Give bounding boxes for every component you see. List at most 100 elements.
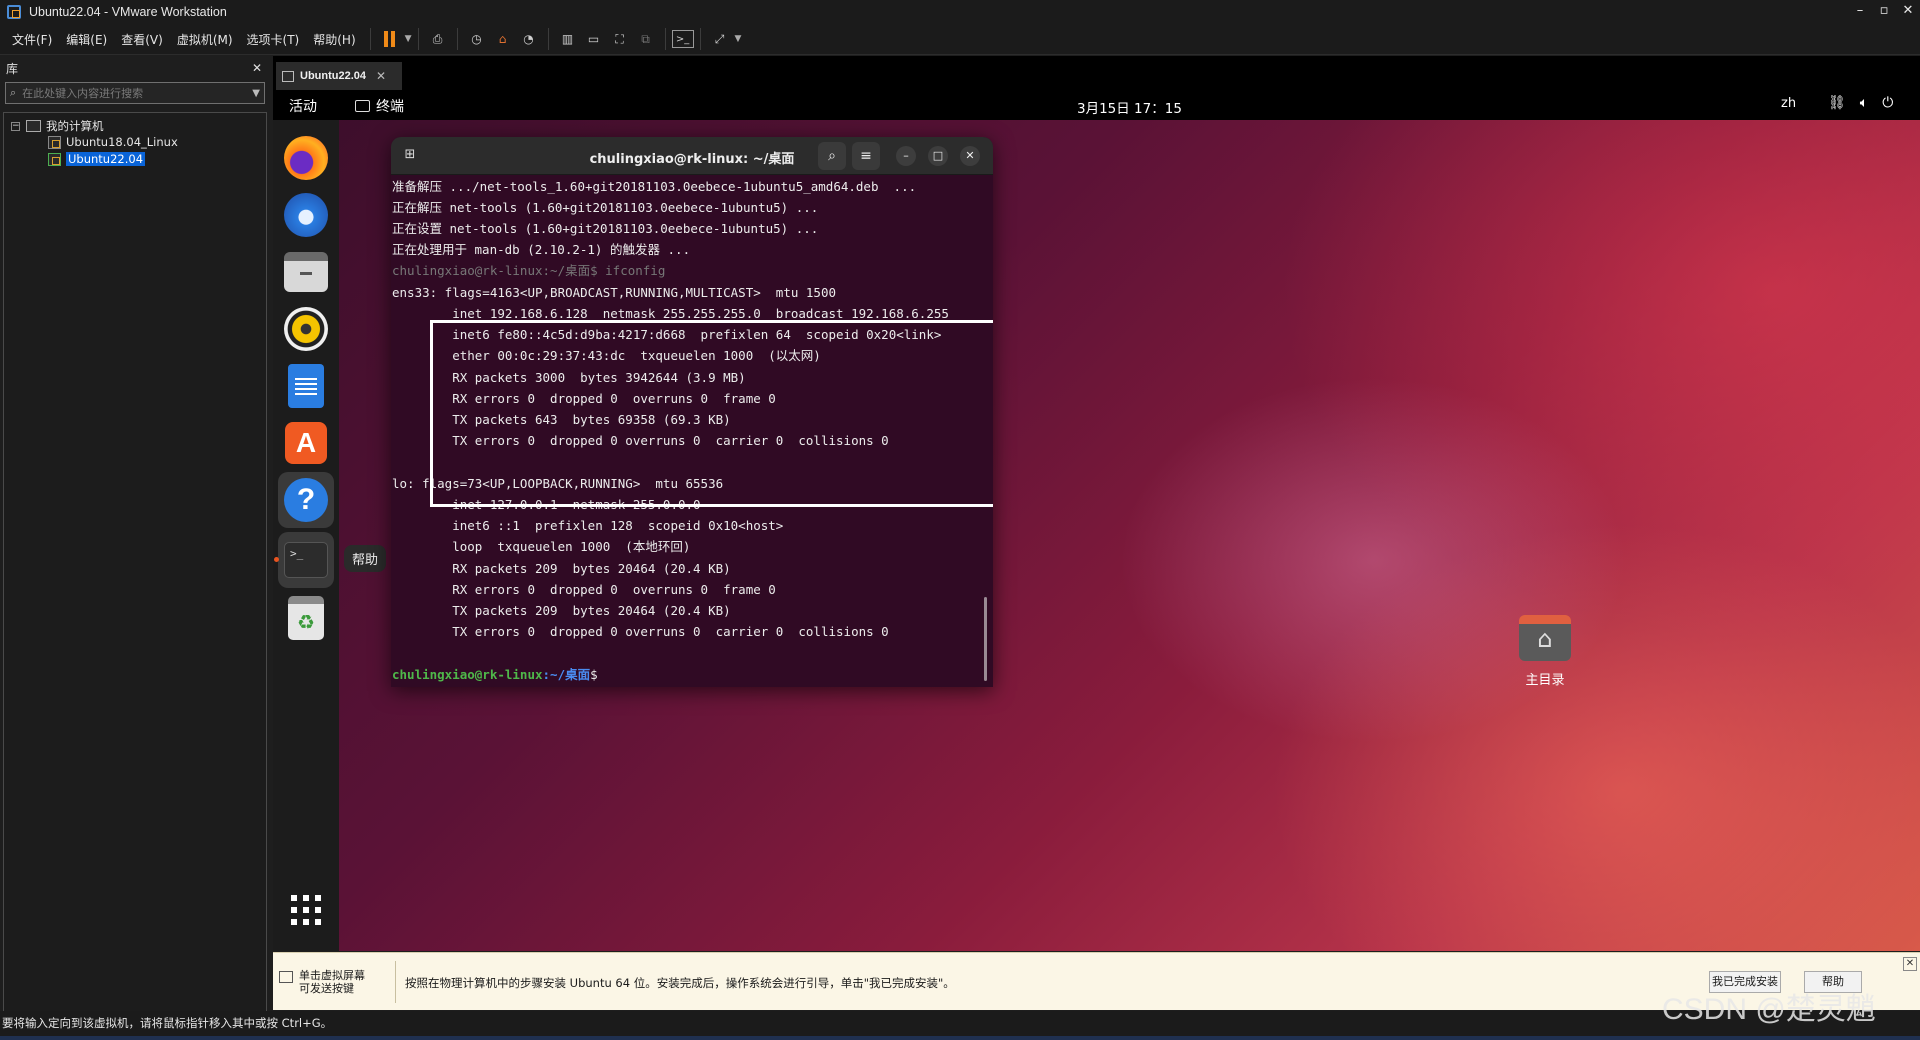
vmware-title-bar: Ubuntu22.04 - VMware Workstation – ▫ ✕ — [0, 0, 1920, 24]
library-search-input[interactable]: ⌕ 在此处键入内容进行搜索 ▼ — [5, 82, 265, 104]
search-icon: ⌕ — [10, 86, 17, 99]
dock-software[interactable]: A — [278, 415, 334, 471]
vm-tab-bar: Ubuntu22.04 ✕ — [273, 56, 1920, 90]
stretch-dropdown-icon[interactable]: ▼ — [735, 34, 742, 44]
toolbar-separator — [547, 28, 549, 50]
pause-icon[interactable] — [377, 27, 403, 51]
activities-button[interactable]: 活动 — [289, 96, 317, 116]
terminal-prompt[interactable]: chulingxiao@rk-linux:~/桌面$ — [392, 664, 598, 685]
hint-close-icon[interactable]: ✕ — [1903, 957, 1917, 971]
terminal-mini-icon — [355, 100, 370, 112]
fullscreen-icon[interactable]: ⛶ — [607, 27, 633, 51]
keyboard-icon — [279, 971, 293, 983]
home-folder-icon — [1519, 615, 1571, 661]
terminal-line: loop txqueuelen 1000 (本地环回) — [392, 539, 691, 554]
dock-help[interactable]: ? — [278, 472, 334, 528]
click-to-send-keys-hint[interactable]: 单击虚拟屏幕 可发送按键 — [279, 969, 381, 995]
terminal-line: inet6 ::1 prefixlen 128 scopeid 0x10<hos… — [392, 518, 784, 533]
menu-vm[interactable]: 虚拟机(M) — [171, 31, 241, 48]
highlight-annotation-box — [430, 320, 993, 507]
toolbar-separator — [417, 28, 419, 50]
maximize-icon[interactable]: ▫ — [1872, 0, 1896, 24]
thumbnail-bar-icon[interactable]: ▭ — [581, 27, 607, 51]
terminal-line: TX packets 209 bytes 20464 (20.4 KB) — [392, 603, 731, 618]
toolbar-separator — [664, 28, 666, 50]
snapshot-manager-icon[interactable]: ◔ — [516, 27, 542, 51]
rhythmbox-icon — [284, 307, 328, 351]
clock[interactable]: 3月15日 17：15 — [1077, 97, 1182, 117]
tab-close-icon[interactable]: ✕ — [376, 69, 386, 83]
terminal-line: ens33: flags=4163<UP,BROADCAST,RUNNING,M… — [392, 285, 837, 300]
tab-ubuntu2204[interactable]: Ubuntu22.04 ✕ — [276, 62, 402, 90]
vm-tab-icon — [282, 70, 294, 82]
volume-icon: 🔈︎ — [1859, 95, 1869, 111]
software-center-icon: A — [285, 422, 327, 464]
power-icon: ⏻ — [1882, 95, 1894, 111]
revert-snapshot-icon[interactable]: ⌂ — [490, 27, 516, 51]
help-icon: ? — [284, 478, 328, 522]
menu-view[interactable]: 查看(V) — [115, 31, 171, 48]
terminal-line: 准备解压 .../net-tools_1.60+git20181103.0eeb… — [392, 179, 917, 194]
dock-terminal[interactable]: >_ — [278, 532, 334, 588]
terminal-line: RX packets 209 bytes 20464 (20.4 KB) — [392, 561, 731, 576]
app-menu[interactable]: 终端 — [355, 96, 404, 116]
tree-label: 我的计算机 — [46, 119, 104, 133]
libreoffice-writer-icon — [288, 364, 324, 408]
dock-rhythmbox[interactable] — [278, 301, 334, 357]
terminal-icon: >_ — [284, 542, 328, 578]
window-title: Ubuntu22.04 - VMware Workstation — [29, 5, 227, 19]
menu-file[interactable]: 文件(F) — [6, 31, 60, 48]
hamburger-menu-icon[interactable]: ≡ — [852, 142, 880, 170]
terminal-line: TX errors 0 dropped 0 overruns 0 carrier… — [392, 624, 889, 639]
snapshot-icon[interactable]: ◷ — [464, 27, 490, 51]
menu-tabs[interactable]: 选项卡(T) — [241, 31, 308, 48]
chevron-down-icon[interactable]: ▼ — [252, 88, 260, 99]
home-folder-label: 主目录 — [1525, 673, 1565, 688]
tree-item-vm-selected[interactable]: Ubuntu22.04 — [48, 150, 146, 168]
unity-icon[interactable]: ⧉ — [633, 27, 659, 51]
trash-icon: ♻ — [288, 596, 324, 640]
stretch-guest-icon[interactable]: ⤢ — [707, 27, 733, 51]
maximize-icon[interactable]: □ — [928, 146, 948, 166]
app-menu-label: 终端 — [376, 99, 404, 115]
vm-running-icon — [48, 152, 61, 166]
toolbar-separator — [369, 28, 371, 50]
send-ctrl-alt-del-icon[interactable]: ⎙ — [425, 27, 451, 51]
pause-dropdown-icon[interactable]: ▼ — [405, 34, 412, 44]
menu-help[interactable]: 帮助(H) — [307, 31, 363, 48]
search-placeholder: 在此处键入内容进行搜索 — [22, 87, 144, 100]
gnome-top-bar: 活动 终端 3月15日 17：15 zh ⛓ 🔈︎ ⏻ — [273, 90, 1920, 120]
close-icon[interactable]: ✕ — [960, 146, 980, 166]
dock-writer[interactable] — [278, 358, 334, 414]
minimize-icon[interactable]: – — [896, 146, 916, 166]
network-icon: ⛓ — [1828, 95, 1846, 111]
dock-files[interactable] — [278, 244, 334, 300]
show-library-icon[interactable]: ▥ — [555, 27, 581, 51]
dock-show-apps[interactable] — [278, 882, 334, 938]
library-header: 库 ✕ — [0, 56, 270, 80]
computer-icon — [26, 120, 41, 132]
toolbar-separator — [456, 28, 458, 50]
minimize-icon[interactable]: – — [1848, 0, 1872, 24]
collapse-icon[interactable]: − — [11, 121, 20, 131]
dock-firefox[interactable] — [278, 130, 334, 186]
system-tray[interactable]: ⛓ 🔈︎ ⏻ — [1828, 95, 1893, 111]
dock-thunderbird[interactable] — [278, 187, 334, 243]
terminal-line: 正在设置 net-tools (1.60+git20181103.0eebece… — [392, 221, 819, 236]
library-close-icon[interactable]: ✕ — [252, 61, 262, 75]
dock-trash[interactable]: ♻ — [278, 590, 334, 646]
desktop-home-folder[interactable]: 主目录 — [1495, 615, 1595, 688]
hint-divider — [395, 961, 396, 1003]
console-view-icon[interactable]: >_ — [671, 30, 694, 48]
menu-edit[interactable]: 编辑(E) — [60, 31, 115, 48]
search-icon[interactable]: ⌕ — [818, 142, 846, 170]
close-icon[interactable]: ✕ — [1896, 0, 1920, 24]
tree-label: Ubuntu18.04_Linux — [66, 135, 178, 149]
terminal-window[interactable]: ⊞ chulingxiao@rk-linux: ~/桌面 ⌕ ≡ – □ ✕ 准… — [391, 137, 993, 687]
input-language[interactable]: zh — [1781, 96, 1796, 111]
tree-item-vm[interactable]: Ubuntu18.04_Linux — [48, 133, 178, 151]
terminal-scrollbar[interactable] — [984, 597, 987, 681]
terminal-line: RX errors 0 dropped 0 overruns 0 frame 0 — [392, 582, 776, 597]
guest-screen[interactable]: 活动 终端 3月15日 17：15 zh ⛓ 🔈︎ ⏻ A ? >_ ♻ 帮助 … — [273, 90, 1920, 951]
terminal-line: 正在解压 net-tools (1.60+git20181103.0eebece… — [392, 200, 819, 215]
